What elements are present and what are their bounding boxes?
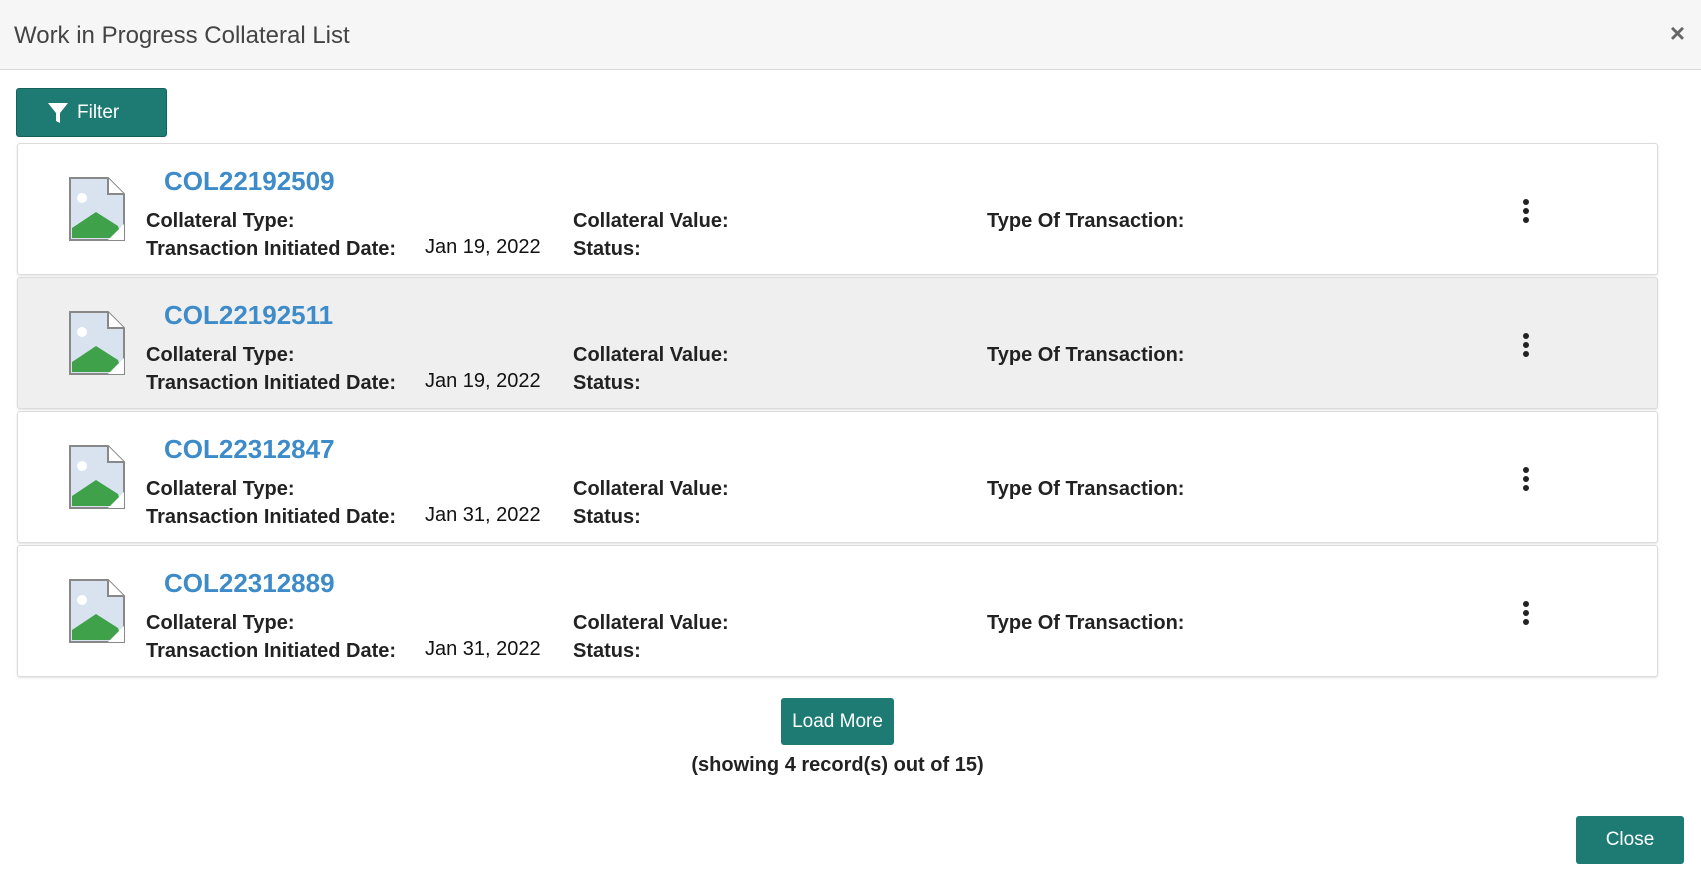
type-of-transaction-label: Type Of Transaction: — [987, 210, 1185, 232]
list-item: COL22312847 Collateral Type: Transaction… — [17, 411, 1658, 543]
collateral-type-label: Collateral Type: — [146, 612, 295, 634]
dialog-header: Work in Progress Collateral List × — [0, 0, 1701, 70]
type-of-transaction-label: Type Of Transaction: — [987, 478, 1185, 500]
transaction-date-label: Transaction Initiated Date: — [146, 506, 397, 528]
transaction-date-value: Jan 19, 2022 — [425, 236, 541, 258]
close-icon[interactable]: × — [1670, 20, 1685, 46]
status-label: Status: — [573, 372, 641, 394]
load-more-button[interactable]: Load More — [781, 698, 894, 745]
status-label: Status: — [573, 640, 641, 662]
more-options-icon[interactable] — [1518, 332, 1534, 358]
collateral-type-label: Collateral Type: — [146, 210, 295, 232]
transaction-date-value: Jan 31, 2022 — [425, 638, 541, 660]
transaction-date-label: Transaction Initiated Date: — [146, 238, 397, 260]
more-options-icon[interactable] — [1518, 600, 1534, 626]
records-count-text: (showing 4 record(s) out of 15) — [691, 754, 984, 776]
collateral-id-link[interactable]: COL22312847 — [164, 434, 335, 465]
filter-button[interactable]: Filter — [16, 88, 167, 137]
broken-image-icon — [69, 177, 125, 241]
filter-icon — [48, 102, 68, 123]
transaction-date-label: Transaction Initiated Date: — [146, 640, 397, 662]
more-options-icon[interactable] — [1518, 466, 1534, 492]
transaction-date-value: Jan 31, 2022 — [425, 504, 541, 526]
collateral-type-label: Collateral Type: — [146, 478, 295, 500]
type-of-transaction-label: Type Of Transaction: — [987, 612, 1185, 634]
dialog-title: Work in Progress Collateral List — [14, 22, 350, 49]
collateral-value-label: Collateral Value: — [573, 210, 729, 232]
type-of-transaction-label: Type Of Transaction: — [987, 344, 1185, 366]
collateral-id-link[interactable]: COL22192509 — [164, 166, 335, 197]
more-options-icon[interactable] — [1518, 198, 1534, 224]
status-label: Status: — [573, 506, 641, 528]
close-button[interactable]: Close — [1576, 816, 1684, 864]
list-item: COL22312889 Collateral Type: Transaction… — [17, 545, 1658, 677]
list-item: COL22192509 Collateral Type: Transaction… — [17, 143, 1658, 275]
collateral-id-link[interactable]: COL22192511 — [164, 300, 333, 331]
collateral-list: COL22192509 Collateral Type: Transaction… — [17, 143, 1658, 679]
collateral-value-label: Collateral Value: — [573, 478, 729, 500]
collateral-id-link[interactable]: COL22312889 — [164, 568, 335, 599]
collateral-value-label: Collateral Value: — [573, 612, 729, 634]
collateral-type-label: Collateral Type: — [146, 344, 295, 366]
broken-image-icon — [69, 311, 125, 375]
broken-image-icon — [69, 579, 125, 643]
collateral-value-label: Collateral Value: — [573, 344, 729, 366]
broken-image-icon — [69, 445, 125, 509]
transaction-date-value: Jan 19, 2022 — [425, 370, 541, 392]
status-label: Status: — [573, 238, 641, 260]
transaction-date-label: Transaction Initiated Date: — [146, 372, 397, 394]
list-item: COL22192511 Collateral Type: Transaction… — [17, 277, 1658, 409]
filter-label: Filter — [77, 101, 120, 123]
